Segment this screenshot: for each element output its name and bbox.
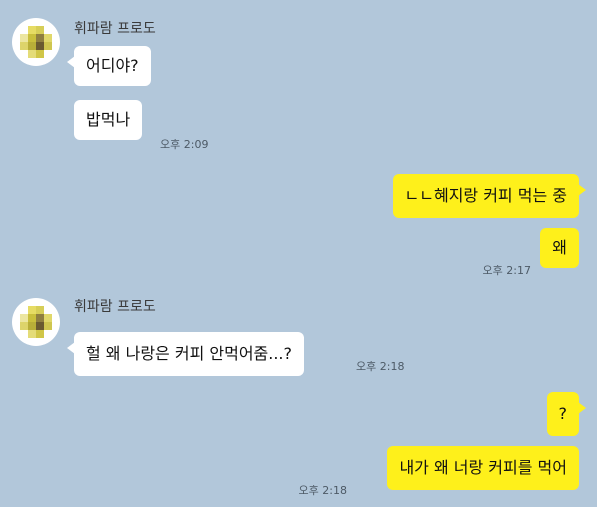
- avatar-pixel: [28, 306, 36, 314]
- message-timestamp: 오후 2:09: [160, 138, 209, 151]
- message-bubble[interactable]: 어디야?: [67, 46, 151, 86]
- message-bubble[interactable]: 왜: [540, 228, 579, 268]
- avatar-pixel: [36, 34, 44, 42]
- avatar-pixel: [36, 42, 44, 50]
- avatar-pixel: [36, 330, 44, 338]
- avatar-pixel: [20, 322, 28, 330]
- avatar-pixel: [20, 314, 28, 322]
- avatar-pixel: [28, 42, 36, 50]
- avatar-pixel: [44, 322, 52, 330]
- avatar-pixel: [44, 314, 52, 322]
- avatar[interactable]: [12, 18, 60, 66]
- avatar-pixel: [44, 42, 52, 50]
- avatar-pixel: [36, 50, 44, 58]
- avatar-pixel: [36, 306, 44, 314]
- avatar[interactable]: [12, 298, 60, 346]
- avatar-pixel: [28, 26, 36, 34]
- avatar-pixel: [28, 34, 36, 42]
- message-timestamp: 오후 2:17: [482, 264, 531, 277]
- avatar-pixel: [28, 50, 36, 58]
- chat-window[interactable]: 휘파람 프로도 어디야? 밥먹나 오후 2:09 ㄴㄴ혜지랑 커피 먹는 중 왜…: [0, 0, 597, 507]
- sender-name: 휘파람 프로도: [74, 299, 156, 315]
- avatar-pixel: [44, 34, 52, 42]
- avatar-pixel: [28, 322, 36, 330]
- avatar-pixel: [36, 322, 44, 330]
- avatar-pixel: [20, 34, 28, 42]
- message-bubble[interactable]: ㄴㄴ혜지랑 커피 먹는 중: [392, 174, 587, 218]
- avatar-pixel: [28, 330, 36, 338]
- avatar-pixel: [36, 314, 44, 322]
- sender-name: 휘파람 프로도: [74, 21, 156, 37]
- avatar-pixel: [28, 314, 36, 322]
- message-bubble[interactable]: ?: [546, 392, 586, 436]
- message-timestamp: 오후 2:18: [356, 360, 405, 373]
- avatar-pixel: [36, 26, 44, 34]
- message-timestamp: 오후 2:18: [298, 484, 347, 497]
- message-bubble[interactable]: 내가 왜 너랑 커피를 먹어: [387, 446, 579, 490]
- avatar-pixel: [20, 42, 28, 50]
- message-bubble[interactable]: 밥먹나: [74, 100, 143, 140]
- message-bubble[interactable]: 헐 왜 나랑은 커피 안먹어줌...?: [66, 332, 305, 376]
